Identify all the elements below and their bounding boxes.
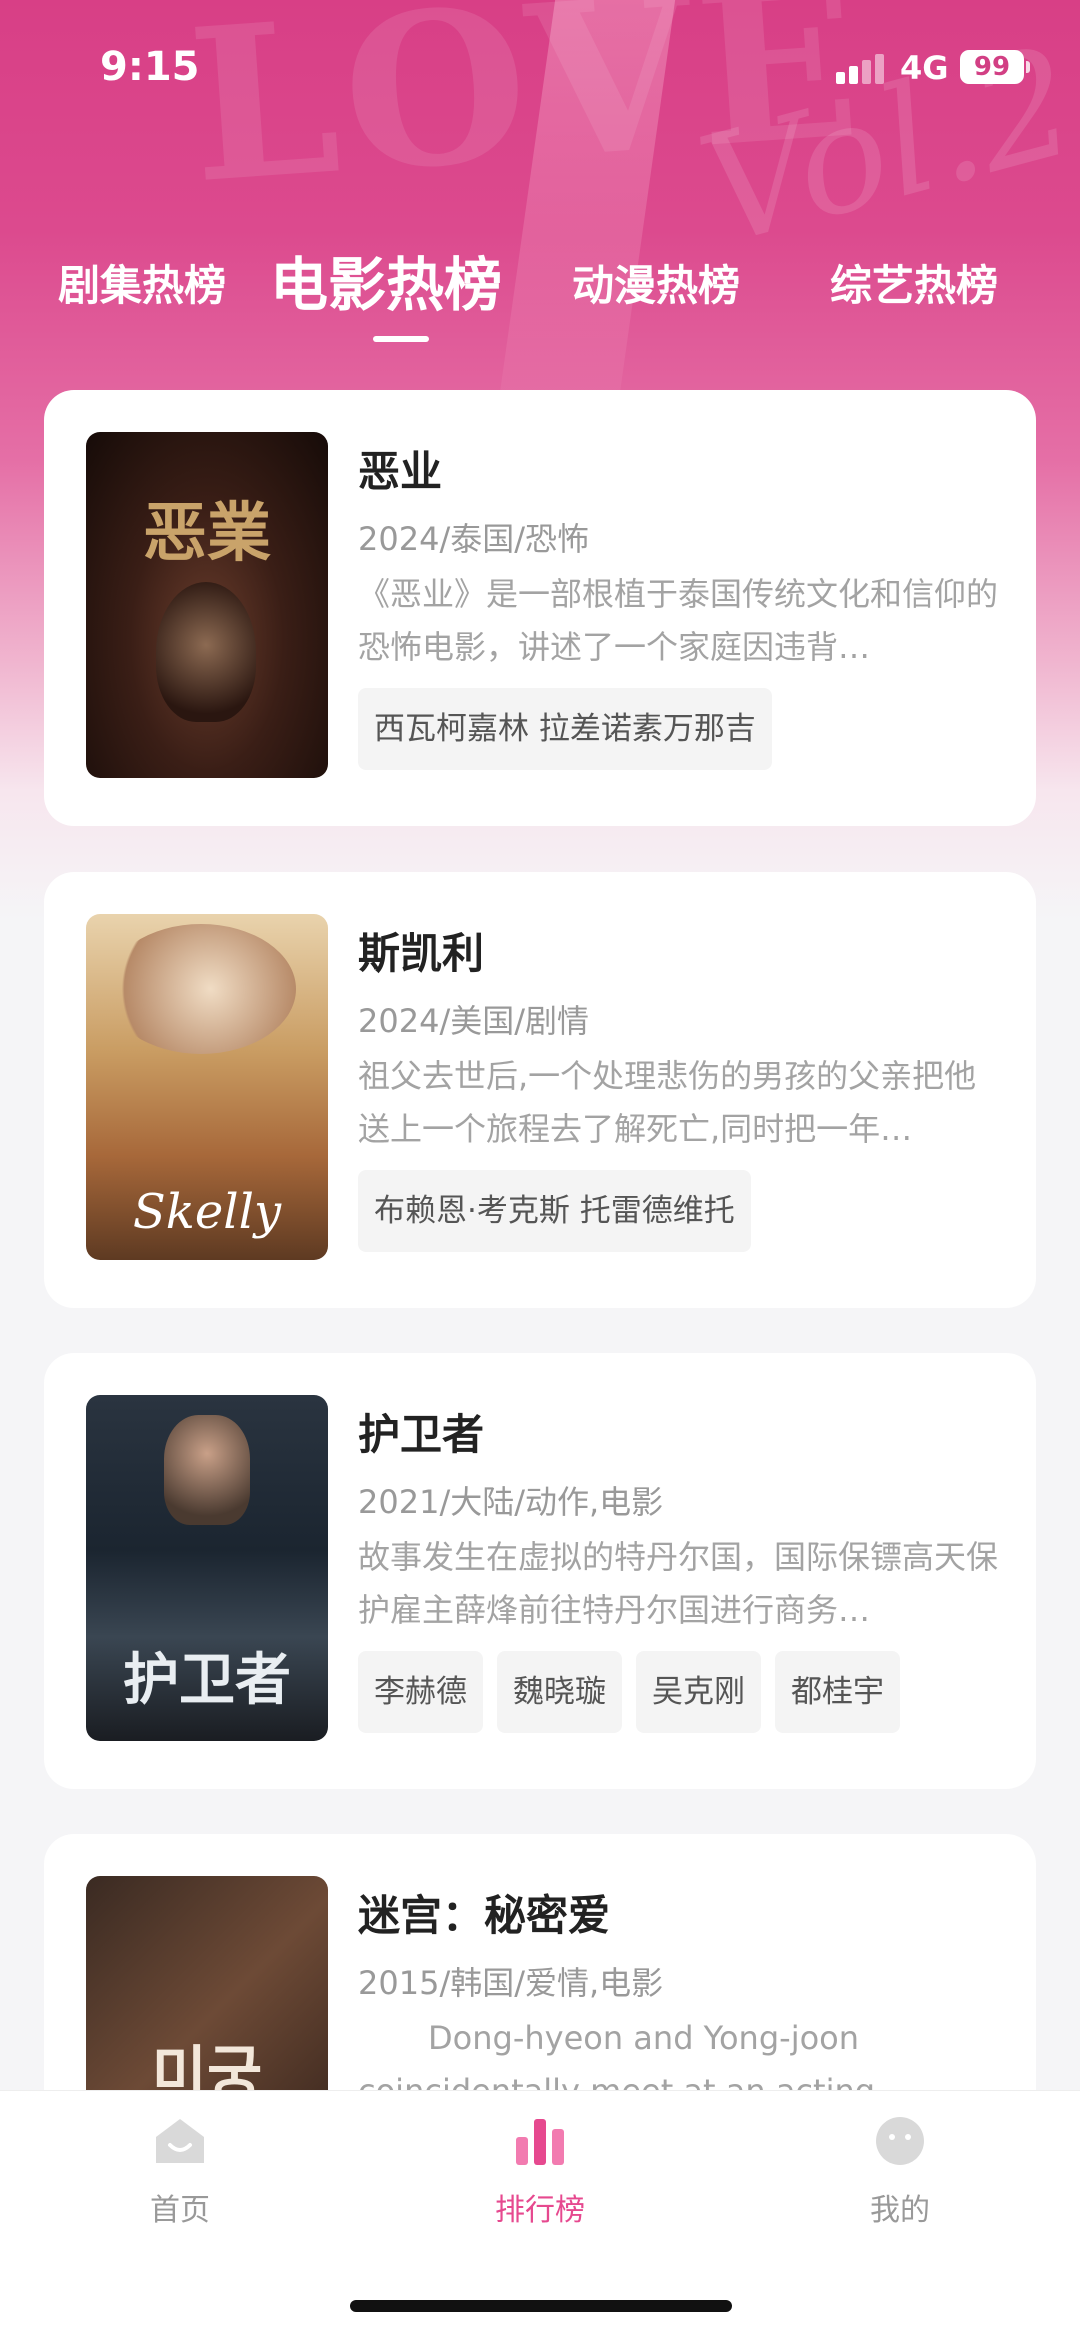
poster-figure [106,924,296,1054]
nav-home-label: 首页 [150,2193,210,2228]
actor-list: 李赫德 魏晓璇 吴克刚 都桂宇 [358,1651,900,1733]
home-icon [156,2119,204,2163]
movie-title: 斯凯利 [358,929,485,978]
movie-title: 迷宫：秘密爱 [358,1891,611,1940]
nav-rank[interactable]: 排行榜 [440,2115,640,2229]
nav-mine-label: 我的 [870,2193,930,2228]
actor-tag[interactable]: 布赖恩·考克斯 托雷德维托 [358,1170,751,1252]
movie-description: 《恶业》是一部根植于泰国传统文化和信仰的恐怖电影，讲述了一个家庭因违背… [358,575,998,666]
movie-poster[interactable]: Skelly [86,914,328,1260]
poster-figure [164,1415,250,1525]
actor-list: 布赖恩·考克斯 托雷德维托 [358,1170,751,1252]
actor-tag[interactable]: 魏晓璇 [497,1651,622,1733]
status-time: 9:15 [100,44,200,90]
status-bar: 9:15 4G 99 [0,0,1080,130]
tab-anime[interactable]: 动漫热榜 [572,252,740,313]
actor-tag[interactable]: 李赫德 [358,1651,483,1733]
battery-icon: 99 [960,50,1030,84]
actor-tag[interactable]: 西瓦柯嘉林 拉差诺素万那吉 [358,688,772,770]
nav-rank-label: 排行榜 [495,2193,585,2228]
movie-poster[interactable]: 恶業 [86,432,328,778]
actor-list: 西瓦柯嘉林 拉差诺素万那吉 [358,688,772,770]
movie-meta: 2024/美国/剧情 [358,1002,590,1040]
movie-title: 恶业 [358,447,443,496]
category-tabs: 剧集热榜 电影热榜 动漫热榜 综艺热榜 [0,230,1080,350]
poster-figure [156,582,256,722]
movie-title: 护卫者 [358,1410,485,1459]
signal-icon [836,54,886,84]
movie-card[interactable]: 护卫者 护卫者 2021/大陆/动作,电影 故事发生在虚拟的特丹尔国，国际保镖高… [44,1353,1036,1789]
movie-meta: 2021/大陆/动作,电影 [358,1483,664,1521]
poster-title: 护卫者 [123,1647,291,1713]
tab-variety[interactable]: 综艺热榜 [830,252,998,313]
movie-card[interactable]: 恶業 恶业 2024/泰国/恐怖 《恶业》是一部根植于泰国传统文化和信仰的恐怖电… [44,390,1036,826]
tab-movies[interactable]: 电影热榜 [270,238,502,322]
movie-meta: 2024/泰国/恐怖 [358,520,590,558]
poster-title: Skelly [132,1184,282,1240]
bar-chart-icon [516,2119,564,2165]
home-indicator [350,2300,732,2312]
movie-poster[interactable]: 护卫者 [86,1395,328,1741]
nav-mine[interactable]: 我的 [800,2115,1000,2229]
actor-tag[interactable]: 都桂宇 [775,1651,900,1733]
tab-active-indicator [373,336,429,342]
nav-home[interactable]: 首页 [80,2115,280,2229]
poster-title: 恶業 [143,496,271,571]
movie-card[interactable]: Skelly 斯凯利 2024/美国/剧情 祖父去世后,一个处理悲伤的男孩的父亲… [44,872,1036,1308]
movie-meta: 2015/韩国/爱情,电影 [358,1964,664,2002]
profile-face-icon [876,2117,924,2165]
actor-tag[interactable]: 吴克刚 [636,1651,761,1733]
tab-series[interactable]: 剧集热榜 [58,252,226,313]
movie-description: 故事发生在虚拟的特丹尔国，国际保镖高天保护雇主薛烽前往特丹尔国进行商务… [358,1538,998,1629]
network-type: 4G [900,49,949,87]
movie-description: 祖父去世后,一个处理悲伤的男孩的父亲把他送上一个旅程去了解死亡,同时把一年… [358,1057,977,1148]
